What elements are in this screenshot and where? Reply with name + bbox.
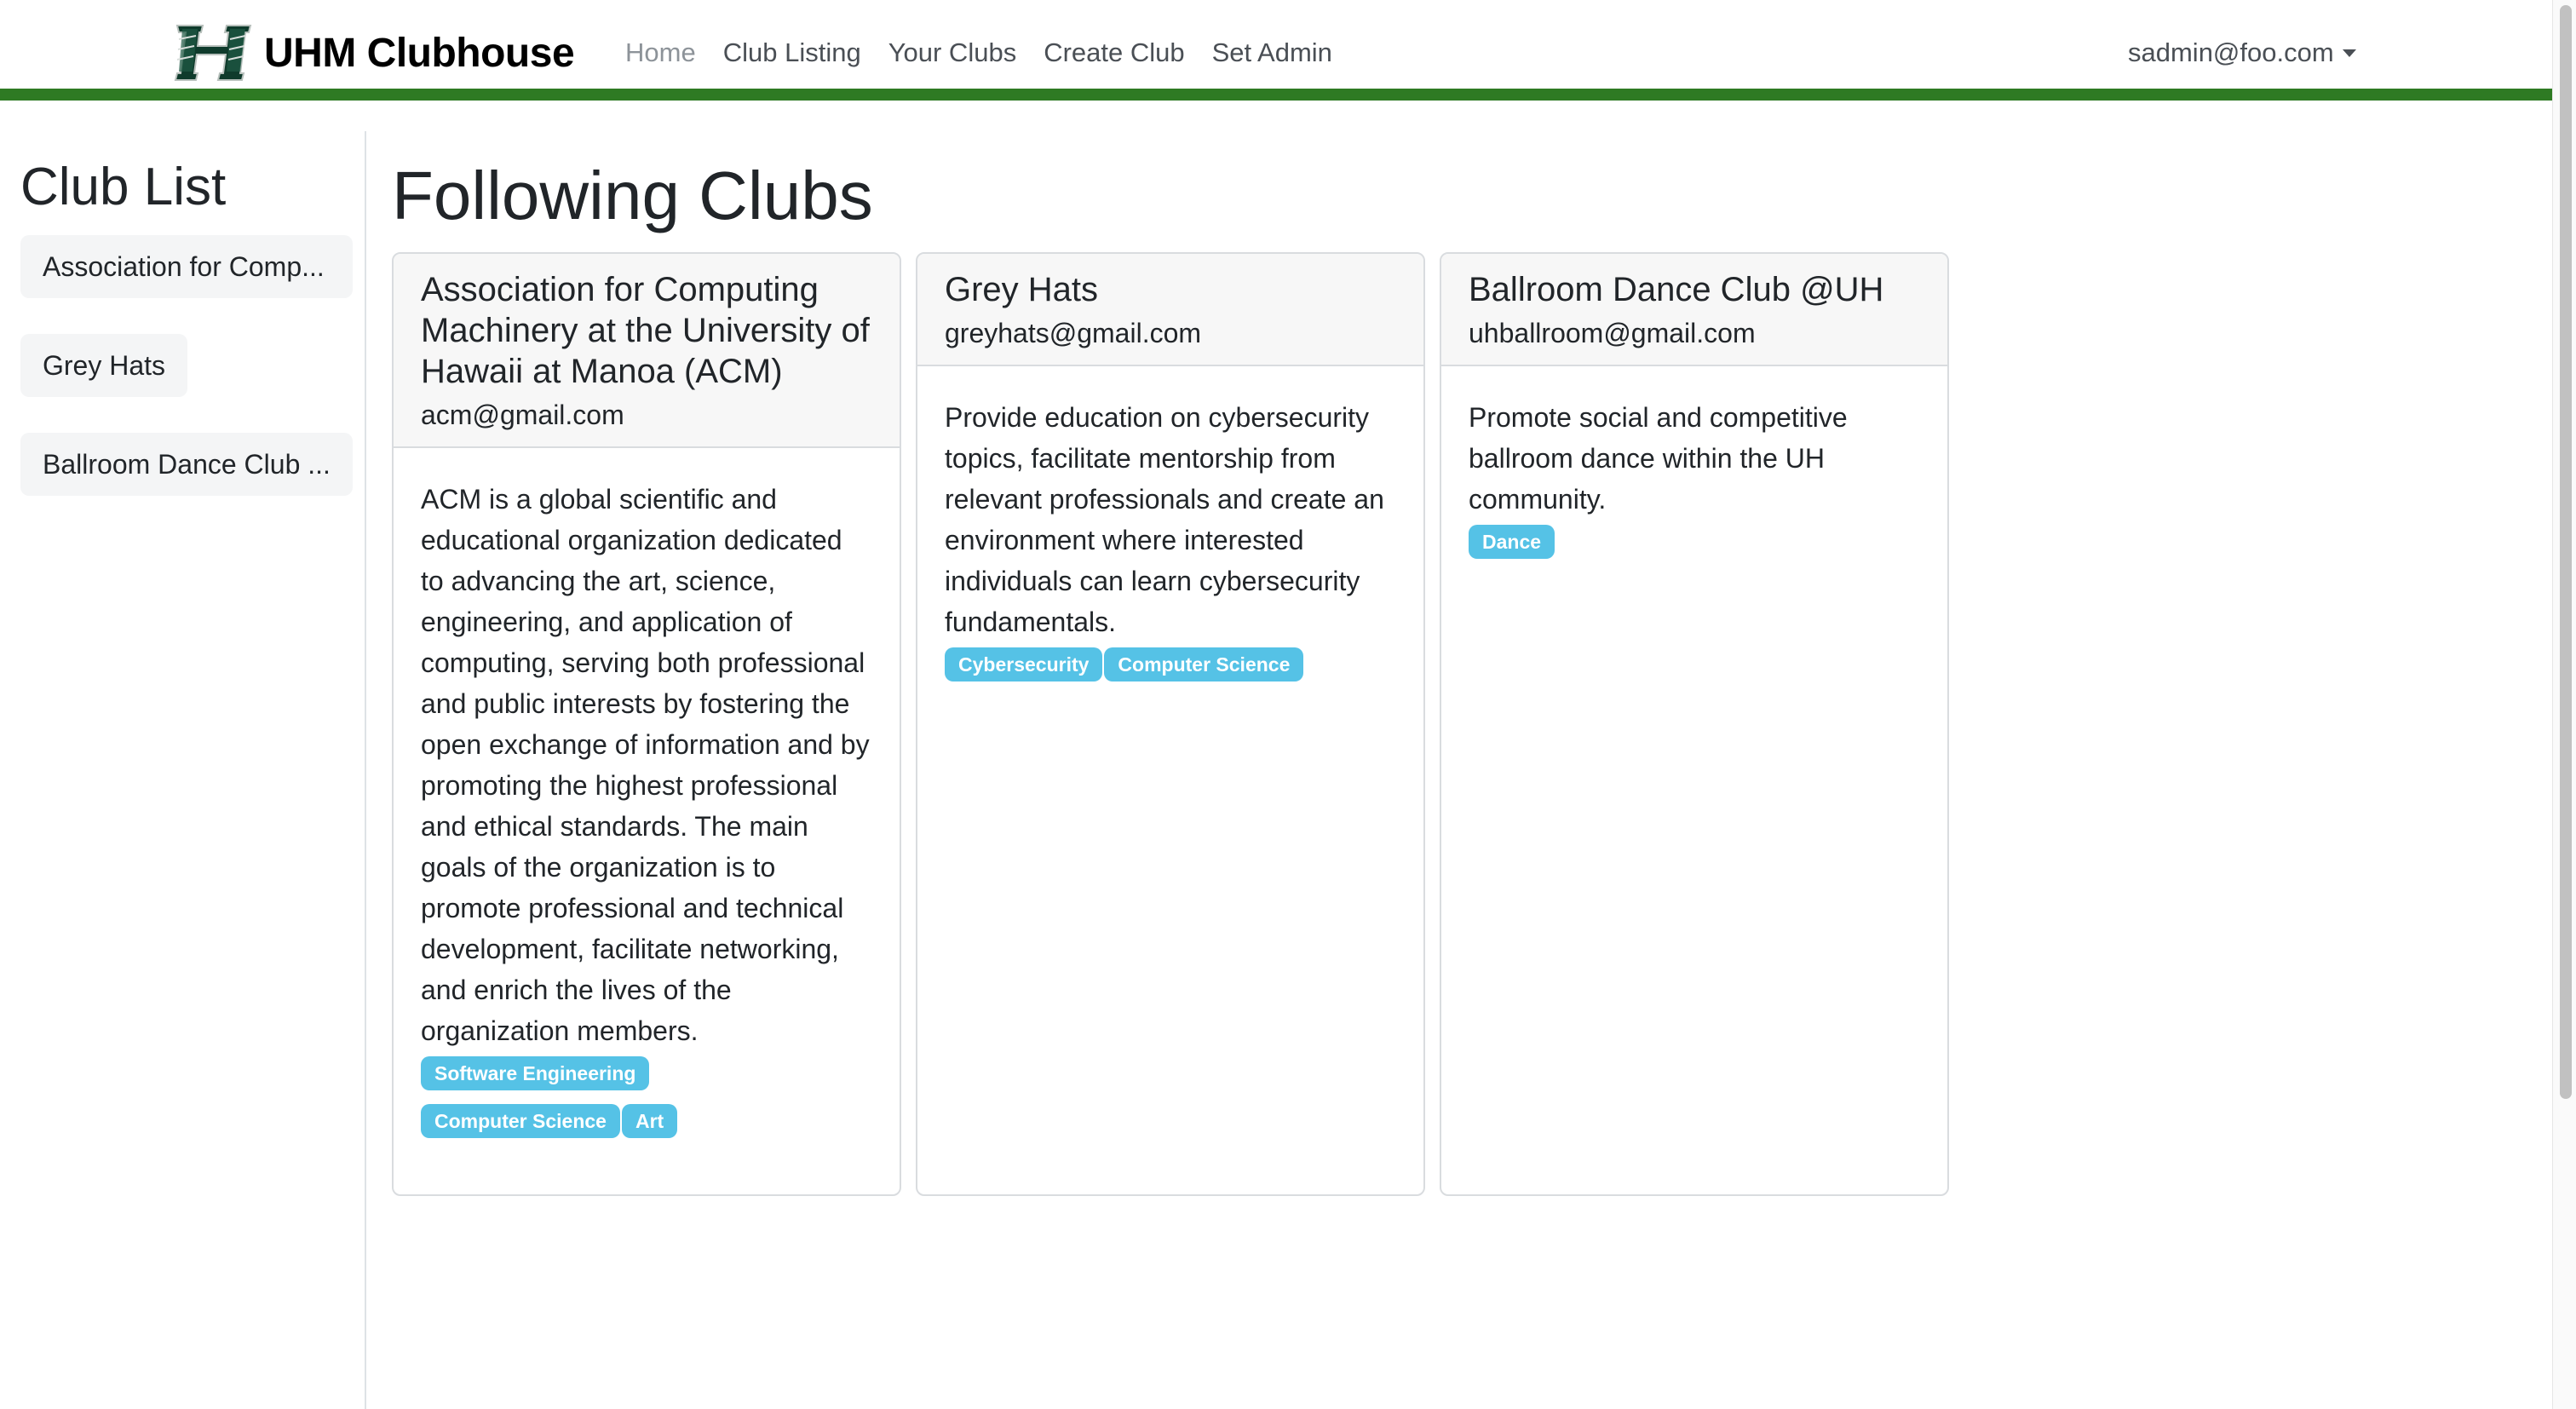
tag-badge: Computer Science [421, 1104, 620, 1138]
card-body: ACM is a global scientific and education… [394, 448, 900, 1155]
nav-link-home[interactable]: Home [625, 37, 696, 68]
page-title: Following Clubs [392, 158, 873, 233]
sidebar-title: Club List [20, 158, 227, 216]
top-navbar: UHM Clubhouse Home Club Listing Your Clu… [0, 0, 2552, 101]
nav-link-your-clubs[interactable]: Your Clubs [888, 37, 1017, 68]
card-body: Provide education on cybersecurity topic… [917, 366, 1423, 699]
card-header: Ballroom Dance Club @UH uhballroom@gmail… [1441, 254, 1947, 366]
brand-title: UHM Clubhouse [264, 30, 575, 76]
vertical-scrollbar[interactable] [2552, 0, 2576, 1409]
card-header: Association for Computing Machinery at t… [394, 254, 900, 448]
user-email: sadmin@foo.com [2128, 37, 2334, 67]
sidebar-item-acm[interactable]: Association for Comp... [20, 235, 353, 298]
tag-badge: Software Engineering [421, 1056, 650, 1090]
card-description: Promote social and competitive ballroom … [1469, 402, 1848, 515]
card-email: acm@gmail.com [421, 400, 624, 430]
tag-list: Software Engineering Computer Science Ar… [421, 1056, 872, 1138]
card-title: Association for Computing Machinery at t… [421, 271, 870, 390]
club-card: Grey Hats greyhats@gmail.com Provide edu… [916, 252, 1425, 1196]
sidebar-item-ballroom-dance[interactable]: Ballroom Dance Club ... [20, 433, 353, 496]
card-description: ACM is a global scientific and education… [421, 484, 870, 1046]
club-card: Association for Computing Machinery at t… [392, 252, 901, 1196]
tag-list: Cybersecurity Computer Science [945, 647, 1396, 681]
brand-link[interactable]: UHM Clubhouse [174, 19, 575, 87]
caret-down-icon [2342, 49, 2356, 57]
card-email: greyhats@gmail.com [945, 318, 1202, 348]
card-title: Ballroom Dance Club @UH [1469, 271, 1884, 308]
nav-link-set-admin[interactable]: Set Admin [1212, 37, 1332, 68]
scrollbar-thumb[interactable] [2560, 5, 2572, 1099]
card-description: Provide education on cybersecurity topic… [945, 402, 1384, 637]
sidebar-item-grey-hats[interactable]: Grey Hats [20, 334, 187, 397]
user-dropdown[interactable]: sadmin@foo.com [2128, 37, 2356, 68]
card-title: Grey Hats [945, 271, 1099, 308]
tag-badge: Computer Science [1104, 647, 1304, 681]
card-email: uhballroom@gmail.com [1469, 318, 1756, 348]
card-body: Promote social and competitive ballroom … [1441, 366, 1947, 576]
nav-link-club-listing[interactable]: Club Listing [723, 37, 861, 68]
club-card: Ballroom Dance Club @UH uhballroom@gmail… [1440, 252, 1949, 1196]
nav-link-create-club[interactable]: Create Club [1044, 37, 1184, 68]
club-list-sidebar: Club List Association for Comp... Grey H… [0, 131, 366, 1409]
card-header: Grey Hats greyhats@gmail.com [917, 254, 1423, 366]
tag-badge: Cybersecurity [945, 647, 1103, 681]
tag-badge: Dance [1469, 525, 1555, 559]
uh-h-logo-icon [174, 25, 252, 81]
nav-links: Home Club Listing Your Clubs Create Club… [625, 37, 1360, 68]
tag-badge: Art [621, 1104, 678, 1138]
tag-list: Dance [1469, 525, 1920, 559]
